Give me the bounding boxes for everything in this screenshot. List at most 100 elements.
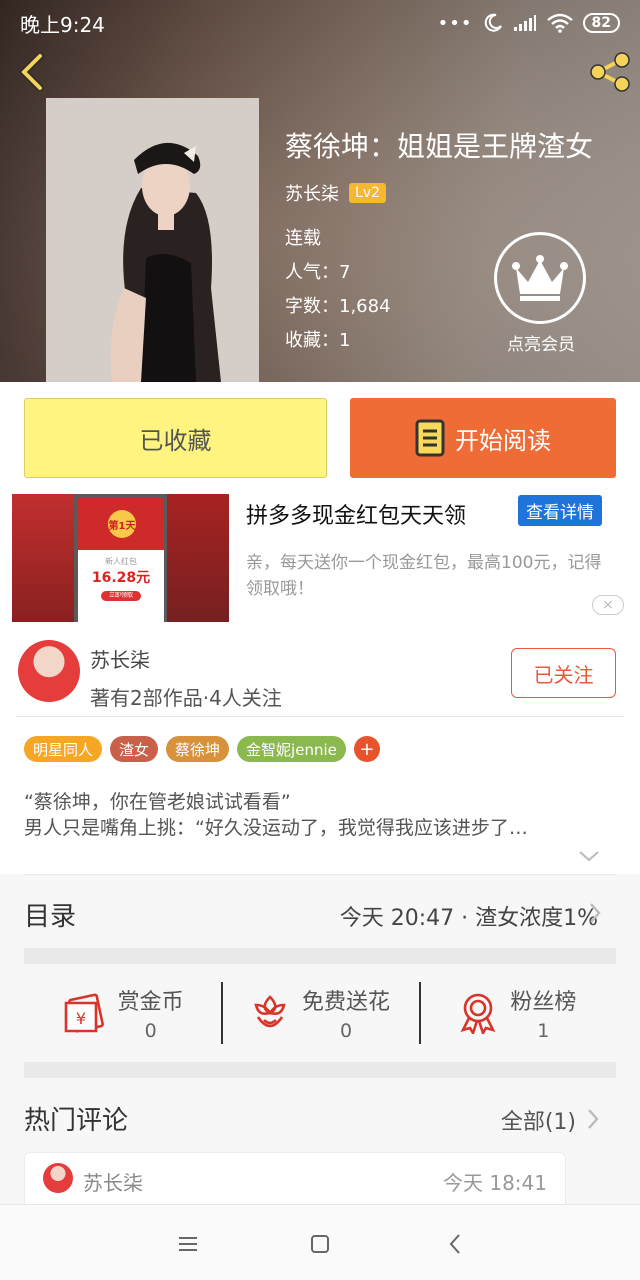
menu-button[interactable] xyxy=(173,1229,203,1259)
book-intro-section: 明星同人 渣女 蔡徐坤 金智妮jennie + “蔡徐坤，你在管老娘试试看看” … xyxy=(0,717,640,874)
status-time: 晚上9:24 xyxy=(20,12,105,37)
author-block-subtitle: 著有2部作品·4人关注 xyxy=(90,686,282,710)
ad-description: 亲，每天送你一个现金红包，最高100元，记得领取哦！ xyxy=(246,553,602,599)
ad-card-top: 第1天 xyxy=(78,498,164,550)
system-nav-bar xyxy=(0,1204,640,1280)
tag-list: 明星同人 渣女 蔡徐坤 金智妮jennie + xyxy=(24,736,380,762)
stat-label: 免费送花 xyxy=(301,990,390,1015)
avatar[interactable] xyxy=(43,1163,73,1193)
red-envelope-icon: ¥ xyxy=(64,993,104,1033)
back-button[interactable] xyxy=(10,50,54,94)
share-icon xyxy=(590,52,630,92)
start-reading-button[interactable]: 开始阅读 xyxy=(350,398,616,478)
stat-value: 0 xyxy=(339,1020,353,1042)
crown-icon xyxy=(512,255,568,301)
hot-comments-title: 热门评论 xyxy=(24,1106,129,1136)
intro-line-1: “蔡徐坤，你在管老娘试试看看” xyxy=(24,791,291,813)
book-author-name[interactable]: 苏长柒 xyxy=(285,180,339,206)
send-flower-button[interactable]: 免费送花 0 xyxy=(221,964,418,1062)
ad-image-left xyxy=(12,494,74,622)
all-comments-link[interactable]: 全部(1) xyxy=(501,1104,576,1136)
menu-icon xyxy=(179,1237,197,1251)
wifi-icon xyxy=(546,13,573,33)
ad-card-amount: 16.28元 xyxy=(91,570,151,586)
book-favorites: 收藏：1 xyxy=(285,330,351,351)
table-of-contents-row[interactable]: 目录 今天 20:47 · 渣女浓度1% xyxy=(0,874,640,948)
divider xyxy=(24,874,616,875)
ad-red-packet-card: 第1天 新人红包 16.28元 立即领取 xyxy=(78,498,164,622)
book-word-count: 字数：1,684 xyxy=(285,296,391,317)
toc-title: 目录 xyxy=(24,902,77,932)
stat-text: 粉丝榜 1 xyxy=(510,984,576,1042)
flower-icon xyxy=(254,995,286,1028)
intro-line-2: 男人只是嘴角上挑：“好久没运动了，我觉得我应该进步了… xyxy=(24,817,528,839)
avatar[interactable] xyxy=(18,640,80,702)
start-reading-label: 开始阅读 xyxy=(455,426,551,455)
expand-chevron-icon[interactable] xyxy=(578,849,600,863)
back-triangle-icon xyxy=(449,1234,460,1254)
vip-button[interactable]: 点亮会员 xyxy=(494,232,586,355)
comment-card[interactable]: 苏长柒 今天 18:41 xyxy=(24,1152,566,1204)
ad-image-right xyxy=(167,494,229,622)
tag-chip[interactable]: 渣女 xyxy=(110,736,159,762)
support-stats: ¥ 赏金币 0 免费送花 0 粉丝榜 1 xyxy=(24,964,616,1062)
back-arrow-icon xyxy=(19,53,44,91)
ad-detail-button[interactable]: 查看详情 xyxy=(518,495,602,526)
book-title: 蔡徐坤：姐姐是王牌渣女 xyxy=(285,130,594,163)
tag-chip[interactable]: 金智妮jennie xyxy=(237,736,346,762)
stat-value: 0 xyxy=(144,1020,157,1042)
tag-chip[interactable]: 蔡徐坤 xyxy=(166,736,230,762)
ad-close-icon[interactable]: × xyxy=(592,595,624,615)
svg-text:¥: ¥ xyxy=(76,1009,86,1028)
vip-label: 点亮会员 xyxy=(507,335,575,355)
author-block-name[interactable]: 苏长柒 xyxy=(90,644,150,673)
chevron-right-icon[interactable] xyxy=(586,1108,600,1130)
moon-icon xyxy=(484,13,502,32)
ad-banner[interactable]: 第1天 新人红包 16.28元 立即领取 拼多多现金红包天天领 查看详情 亲，每… xyxy=(0,490,640,628)
comment-time: 今天 18:41 xyxy=(443,1171,547,1195)
ad-title[interactable]: 拼多多现金红包天天领 xyxy=(246,498,466,530)
status-bar: 晚上9:24 ••• 82 xyxy=(0,0,640,46)
section-gap xyxy=(24,948,616,964)
hot-comments-section: 热门评论 全部(1) 苏长柒 今天 18:41 xyxy=(0,1078,640,1204)
home-button[interactable] xyxy=(305,1229,335,1259)
battery-icon: 82 xyxy=(582,13,620,33)
status-icons: ••• 82 xyxy=(438,13,620,34)
cover-portrait xyxy=(46,98,259,382)
medal-icon xyxy=(460,993,496,1034)
author-info[interactable]: 苏长柒 著有2部作品·4人关注 已关注 xyxy=(0,628,640,720)
book-intro[interactable]: “蔡徐坤，你在管老娘试试看看” 男人只是嘴角上挑：“好久没运动了，我觉得我应该进… xyxy=(24,789,616,841)
fan-ranking-button[interactable]: 粉丝榜 1 xyxy=(418,964,616,1062)
stat-label: 粉丝榜 xyxy=(510,990,577,1015)
chevron-right-icon xyxy=(590,903,601,923)
share-button[interactable] xyxy=(588,50,632,94)
more-dots-icon: ••• xyxy=(437,12,473,34)
ad-card-button: 立即领取 xyxy=(101,591,141,601)
book-icon xyxy=(415,419,445,457)
section-gap xyxy=(24,1062,616,1078)
action-bar: 已收藏 开始阅读 xyxy=(0,382,640,490)
book-status: 连载 xyxy=(285,228,321,249)
collected-button[interactable]: 已收藏 xyxy=(24,398,327,478)
stat-value: 1 xyxy=(537,1020,550,1042)
add-tag-button[interactable]: + xyxy=(353,736,380,762)
system-back-button[interactable] xyxy=(440,1229,470,1259)
stat-text: 免费送花 0 xyxy=(302,984,390,1042)
reward-coins-button[interactable]: ¥ 赏金币 0 xyxy=(24,964,221,1062)
collected-label: 已收藏 xyxy=(139,426,212,455)
stat-text: 赏金币 0 xyxy=(118,984,184,1042)
stat-label: 赏金币 xyxy=(117,990,184,1015)
ad-card-label: 新人红包 xyxy=(105,557,137,566)
toc-latest-update: 今天 20:47 · 渣女浓度1% xyxy=(339,906,598,931)
ad-day-badge: 第1天 xyxy=(108,510,136,538)
book-header: 晚上9:24 ••• 82 蔡徐坤：姐姐是王牌渣女 苏长柒 Lv2 连载 人气：… xyxy=(0,0,640,382)
book-cover-image[interactable] xyxy=(46,98,259,382)
comment-user[interactable]: 苏长柒 xyxy=(83,1167,143,1196)
signal-icon xyxy=(513,15,536,31)
tag-chip[interactable]: 明星同人 xyxy=(24,736,103,762)
home-square-icon xyxy=(311,1235,329,1253)
ad-image[interactable]: 第1天 新人红包 16.28元 立即领取 xyxy=(12,494,229,622)
follow-label: 已关注 xyxy=(533,662,594,687)
follow-button[interactable]: 已关注 xyxy=(511,648,616,698)
book-author-row[interactable]: 苏长柒 Lv2 xyxy=(285,180,386,206)
